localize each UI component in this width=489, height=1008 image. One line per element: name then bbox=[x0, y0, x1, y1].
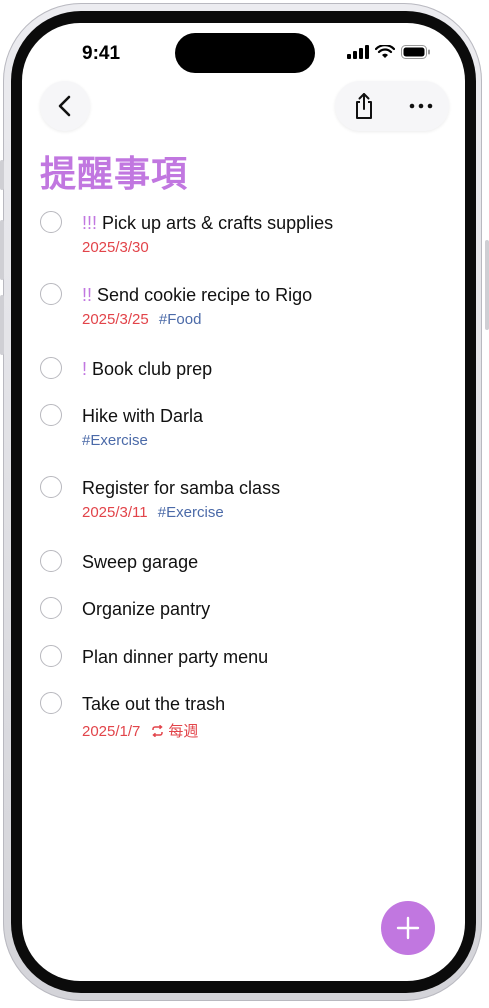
priority-indicator: !! bbox=[82, 285, 93, 305]
reminder-title: Pick up arts & crafts supplies bbox=[102, 213, 334, 233]
ellipsis-icon bbox=[409, 103, 432, 109]
completion-checkbox[interactable] bbox=[40, 211, 62, 233]
completion-checkbox[interactable] bbox=[40, 476, 62, 498]
reminder-title: Book club prep bbox=[92, 359, 213, 379]
reminder-details: #Exercise bbox=[82, 432, 148, 449]
dynamic-island bbox=[175, 33, 315, 73]
list-title: 提醒事項 bbox=[40, 154, 189, 195]
status-time: 9:41 bbox=[82, 43, 121, 64]
screen: 9:41 提醒事項 !!! Pick up arts & crafts supp… bbox=[22, 23, 465, 981]
power-button bbox=[485, 240, 489, 330]
reminder-title: Take out the trash bbox=[82, 694, 226, 714]
add-reminder-button[interactable] bbox=[381, 901, 435, 955]
side-button bbox=[0, 160, 4, 190]
reminder-title-line[interactable]: Register for samba class bbox=[82, 478, 280, 499]
reminder-title-line[interactable]: ! Book club prep bbox=[82, 359, 212, 380]
share-button[interactable] bbox=[335, 81, 392, 131]
reminder-details: 2025/3/11 #Exercise bbox=[82, 504, 224, 521]
repeat-indicator: 每週 bbox=[151, 722, 199, 740]
reminder-details: 2025/1/7 每週 bbox=[82, 720, 198, 741]
tag-label[interactable]: #Food bbox=[159, 311, 202, 328]
reminder-title-line[interactable]: Hike with Darla bbox=[82, 406, 203, 427]
reminder-title-line[interactable]: Plan dinner party menu bbox=[82, 647, 268, 668]
reminder-title-line[interactable]: Take out the trash bbox=[82, 694, 225, 715]
completion-checkbox[interactable] bbox=[40, 597, 62, 619]
reminder-title-line[interactable]: Organize pantry bbox=[82, 599, 210, 620]
repeat-icon bbox=[151, 724, 163, 738]
status-icons bbox=[347, 45, 431, 59]
battery-icon bbox=[401, 45, 430, 59]
reminder-title-line[interactable]: !! Send cookie recipe to Rigo bbox=[82, 285, 312, 306]
completion-checkbox[interactable] bbox=[40, 645, 62, 667]
share-icon bbox=[355, 93, 372, 119]
completion-checkbox[interactable] bbox=[40, 357, 62, 379]
reminder-title: Send cookie recipe to Rigo bbox=[97, 285, 313, 305]
tag-label[interactable]: #Exercise bbox=[82, 432, 148, 449]
volume-down-button bbox=[0, 295, 4, 355]
toolbar-actions bbox=[335, 81, 449, 131]
plus-icon bbox=[396, 916, 420, 940]
reminder-details: 2025/3/30 bbox=[82, 239, 149, 256]
chevron-left-icon bbox=[58, 95, 71, 117]
due-date: 2025/1/7 bbox=[82, 723, 141, 740]
completion-checkbox[interactable] bbox=[40, 692, 62, 714]
back-button[interactable] bbox=[40, 81, 90, 131]
completion-checkbox[interactable] bbox=[40, 550, 62, 572]
reminder-title-line[interactable]: !!! Pick up arts & crafts supplies bbox=[82, 213, 333, 234]
repeat-label: 每週 bbox=[168, 722, 199, 740]
cellular-signal-icon bbox=[347, 45, 369, 59]
reminder-title: Register for samba class bbox=[82, 478, 281, 498]
completion-checkbox[interactable] bbox=[40, 404, 62, 426]
more-button[interactable] bbox=[392, 81, 449, 131]
priority-indicator: ! bbox=[82, 359, 88, 379]
volume-up-button bbox=[0, 220, 4, 280]
tag-label[interactable]: #Exercise bbox=[158, 504, 224, 521]
reminder-title: Hike with Darla bbox=[82, 406, 204, 426]
completion-checkbox[interactable] bbox=[40, 283, 62, 305]
reminder-title: Sweep garage bbox=[82, 552, 199, 572]
due-date: 2025/3/11 bbox=[82, 504, 148, 521]
reminder-title: Organize pantry bbox=[82, 599, 211, 619]
reminder-details: 2025/3/25 #Food bbox=[82, 311, 201, 328]
priority-indicator: !!! bbox=[82, 213, 98, 233]
reminder-title-line[interactable]: Sweep garage bbox=[82, 552, 198, 573]
due-date: 2025/3/30 bbox=[82, 239, 149, 256]
due-date: 2025/3/25 bbox=[82, 311, 149, 328]
wifi-icon bbox=[375, 45, 395, 58]
reminder-title: Plan dinner party menu bbox=[82, 647, 269, 667]
